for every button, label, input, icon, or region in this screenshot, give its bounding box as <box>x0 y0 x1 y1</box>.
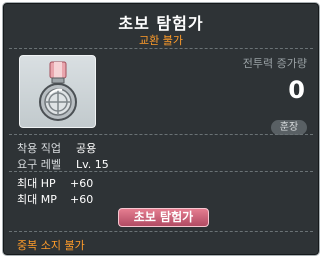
divider <box>9 134 313 135</box>
combat-power-label: 전투력 증가량 <box>242 57 307 70</box>
item-icon-frame <box>19 55 96 128</box>
requirement-value: Lv. 15 <box>76 158 109 171</box>
requirement-row: 요구 레벨 Lv. 15 <box>17 156 109 172</box>
divider <box>9 48 313 49</box>
stat-row: 최대 HP +60 <box>17 175 93 191</box>
divider <box>9 231 313 232</box>
divider <box>9 171 313 172</box>
category-badge: 훈장 <box>271 120 307 135</box>
stat-label: 최대 MP <box>17 193 57 206</box>
requirement-value: 공용 <box>76 142 97 155</box>
requirement-row: 착용 직업 공용 <box>17 140 96 156</box>
requirement-label: 착용 직업 <box>17 142 61 155</box>
combat-power-value: 0 <box>288 76 305 104</box>
stat-value: +60 <box>70 177 94 190</box>
ownership-note: 중복 소지 불가 <box>17 239 85 252</box>
stat-value: +60 <box>70 193 94 206</box>
stat-label: 최대 HP <box>17 177 56 190</box>
medal-icon <box>39 61 77 121</box>
item-name: 초보 탐험가 <box>118 14 204 33</box>
requirement-label: 요구 레벨 <box>17 158 61 171</box>
set-name-button[interactable]: 초보 탐험가 <box>118 208 209 227</box>
item-tooltip: 초보 탐험가 교환 불가 전투력 증가량 0 훈장 착용 직업 공용 요구 레벨 L… <box>2 2 320 256</box>
stat-row: 최대 MP +60 <box>17 191 93 207</box>
trade-status: 교환 불가 <box>139 34 183 47</box>
